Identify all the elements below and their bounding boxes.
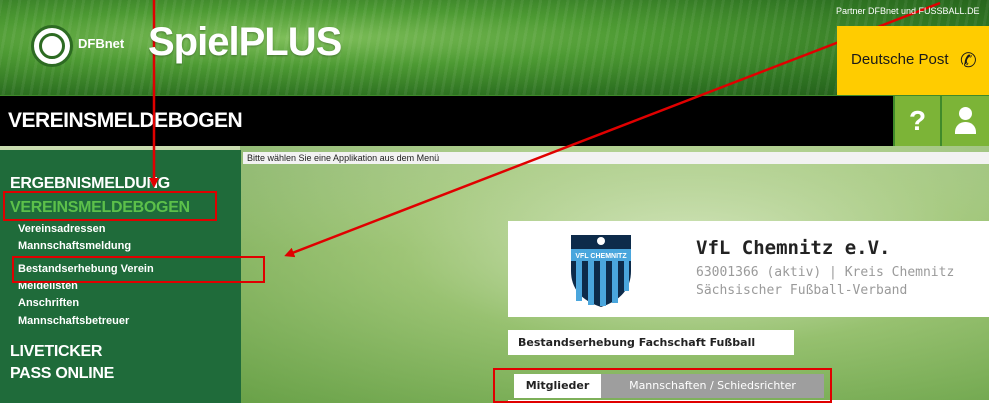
section-title-tab[interactable]: Bestandserhebung Fachschaft Fußball — [508, 330, 794, 355]
brand-small: DFBnet — [78, 36, 125, 51]
club-number-district: 63001366 (aktiv) | Kreis Chemnitz — [696, 265, 955, 280]
notice-bar: Bitte wählen Sie eine Applikation aus de… — [243, 152, 989, 164]
sidebar-item-bestandserhebung[interactable]: Bestandserhebung Verein — [18, 263, 154, 275]
partner-text: Partner DFBnet und FUSSBALL.DE — [836, 6, 980, 16]
user-menu-button[interactable] — [942, 96, 989, 146]
dfb-logo-icon[interactable] — [31, 25, 73, 67]
sidebar-item-vereinsmeldebogen[interactable]: VEREINSMELDEBOGEN — [10, 199, 190, 217]
sidebar-item-ergebnismeldung[interactable]: ERGEBNISMELDUNG — [10, 175, 170, 193]
page-title: VEREINSMELDEBOGEN — [8, 109, 243, 132]
sidebar-item-mannschaftsbetreuer[interactable]: Mannschaftsbetreuer — [18, 315, 129, 327]
sponsor-label: Deutsche Post — [851, 51, 949, 68]
sidebar: ERGEBNISMELDUNG VEREINSMELDEBOGEN Verein… — [0, 150, 241, 403]
sidebar-item-vereinsadressen[interactable]: Vereinsadressen — [18, 223, 105, 235]
crest-text: VFL CHEMNITZ — [575, 253, 627, 260]
club-name: VfL Chemnitz e.V. — [696, 237, 891, 259]
user-icon — [959, 107, 972, 120]
club-crest-icon: VFL CHEMNITZ — [571, 235, 631, 307]
sidebar-item-pass-online[interactable]: PASS ONLINE — [10, 365, 114, 383]
club-card: VFL CHEMNITZ VfL Chemnitz e.V. 63001366 … — [508, 221, 989, 317]
tab-bar: Mitglieder Mannschaften / Schiedsrichter — [508, 372, 989, 403]
club-association: Sächsischer Fußball-Verband — [696, 283, 908, 298]
sidebar-item-liveticker[interactable]: LIVETICKER — [10, 343, 102, 361]
tab-mannschaften-schiedsrichter[interactable]: Mannschaften / Schiedsrichter — [601, 374, 824, 398]
app-logo[interactable]: SpielPLUS — [148, 20, 342, 65]
sponsor-banner[interactable]: Deutsche Post ✆ — [837, 26, 989, 95]
help-button[interactable]: ? — [895, 96, 940, 146]
sidebar-item-mannschaftsmeldung[interactable]: Mannschaftsmeldung — [18, 240, 131, 252]
sidebar-item-anschriften[interactable]: Anschriften — [18, 297, 79, 309]
post-horn-icon: ✆ — [960, 50, 977, 72]
page-title-bar: VEREINSMELDEBOGEN — [0, 96, 893, 146]
tab-mitglieder[interactable]: Mitglieder — [514, 374, 601, 398]
sidebar-item-meldelisten[interactable]: Meldelisten — [18, 280, 78, 292]
